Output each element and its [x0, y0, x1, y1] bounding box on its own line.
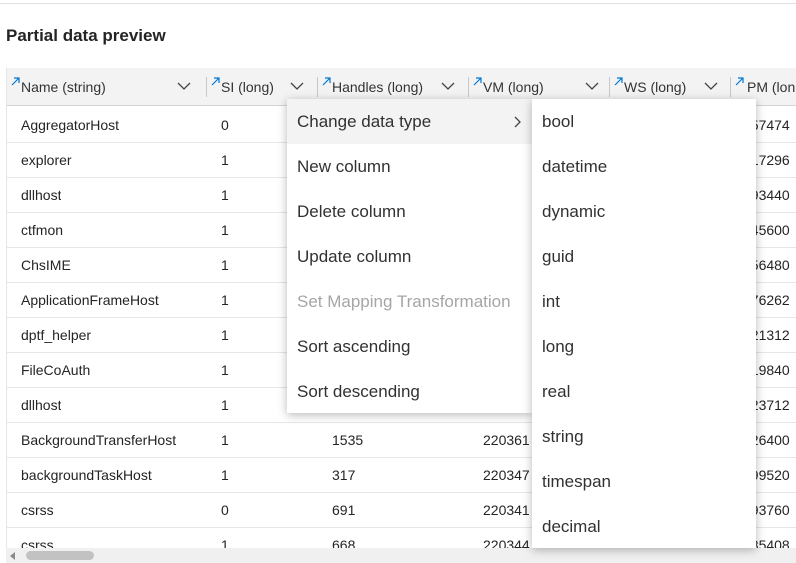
cell-si: 1 [221, 397, 229, 413]
cell-si: 1 [221, 292, 229, 308]
data-type-label: long [542, 337, 575, 356]
column-type-marker-icon [614, 77, 623, 86]
cell-si: 1 [221, 257, 229, 273]
menu-item-label: Sort descending [297, 382, 420, 401]
column-header-label: PM (lon [747, 79, 796, 95]
menu-item-label: Set Mapping Transformation [297, 292, 511, 311]
menu-item-label: Change data type [297, 112, 432, 131]
chevron-down-icon[interactable] [177, 81, 191, 91]
data-type-label: decimal [542, 517, 601, 536]
cell-name: explorer [21, 152, 72, 168]
data-type-label: bool [542, 112, 575, 131]
cell-handles: 691 [332, 502, 356, 518]
horizontal-scrollbar[interactable] [6, 548, 796, 563]
data-type-label: real [542, 382, 571, 401]
data-type-label: string [542, 427, 584, 446]
data-type-real[interactable]: real [532, 369, 756, 414]
top-divider [0, 0, 796, 4]
column-header-label: VM (long) [483, 79, 544, 95]
menu-item-set-mapping-transformation: Set Mapping Transformation [287, 279, 532, 324]
cell-name: FileCoAuth [21, 362, 91, 378]
chevron-down-icon[interactable] [704, 81, 718, 91]
data-type-guid[interactable]: guid [532, 234, 756, 279]
column-type-marker-icon [735, 77, 744, 86]
menu-item-sort-ascending[interactable]: Sort ascending [287, 324, 532, 369]
cell-name: ChsIME [21, 257, 71, 273]
column-context-menu: Change data type New column Delete colum… [287, 99, 532, 413]
cell-name: dptf_helper [21, 327, 92, 343]
column-header-label: WS (long) [624, 79, 687, 95]
data-type-datetime[interactable]: datetime [532, 144, 756, 189]
chevron-right-icon [514, 116, 521, 128]
cell-name: BackgroundTransferHost [21, 432, 177, 448]
column-type-marker-icon [211, 77, 220, 86]
menu-item-change-data-type[interactable]: Change data type [287, 99, 532, 144]
cell-si: 0 [221, 502, 229, 518]
data-type-label: timespan [542, 472, 611, 491]
column-header-name[interactable]: Name (string) [7, 68, 206, 106]
menu-item-delete-column[interactable]: Delete column [287, 189, 532, 234]
menu-item-label: Update column [297, 247, 412, 266]
scrollbar-thumb[interactable] [26, 551, 94, 560]
cell-name: dllhost [21, 397, 62, 413]
cell-si: 1 [221, 327, 229, 343]
cell-name: ctfmon [21, 222, 64, 238]
cell-vm: 220347 [483, 467, 530, 483]
cell-si: 1 [221, 222, 229, 238]
column-type-marker-icon [11, 77, 20, 86]
chevron-down-icon[interactable] [441, 81, 455, 91]
cell-si: 1 [221, 362, 229, 378]
cell-vm: 220341 [483, 502, 530, 518]
cell-name: csrss [21, 502, 54, 518]
data-type-label: guid [542, 247, 575, 266]
section-title: Partial data preview [6, 26, 166, 45]
cell-handles: 1535 [332, 432, 364, 448]
data-type-dynamic[interactable]: dynamic [532, 189, 756, 234]
cell-handles: 317 [332, 467, 356, 483]
data-type-timespan[interactable]: timespan [532, 459, 756, 504]
data-type-long[interactable]: long [532, 324, 756, 369]
cell-si: 1 [221, 467, 229, 483]
column-type-marker-icon [473, 77, 482, 86]
data-type-label: dynamic [542, 202, 606, 221]
data-type-string[interactable]: string [532, 414, 756, 459]
cell-si: 1 [221, 152, 229, 168]
column-type-marker-icon [322, 77, 331, 86]
data-type-decimal[interactable]: decimal [532, 504, 756, 549]
cell-si: 1 [221, 187, 229, 203]
scroll-left-icon[interactable] [10, 552, 15, 560]
data-type-label: datetime [542, 157, 608, 176]
cell-name: dllhost [21, 187, 62, 203]
menu-item-label: Sort ascending [297, 337, 411, 356]
cell-name: backgroundTaskHost [21, 467, 152, 483]
menu-item-new-column[interactable]: New column [287, 144, 532, 189]
chevron-down-icon[interactable] [585, 81, 599, 91]
cell-si: 1 [221, 432, 229, 448]
column-header-label: Handles (long) [332, 79, 424, 95]
cell-vm: 220361 [483, 432, 530, 448]
cell-si: 0 [221, 117, 229, 133]
data-type-label: int [542, 292, 560, 311]
chevron-down-icon[interactable] [290, 81, 304, 91]
menu-item-label: New column [297, 157, 391, 176]
column-header-label: SI (long) [221, 79, 274, 95]
cell-name: AggregatorHost [21, 117, 120, 133]
menu-item-sort-descending[interactable]: Sort descending [287, 369, 532, 414]
data-type-int[interactable]: int [532, 279, 756, 324]
column-header-label: Name (string) [21, 79, 106, 95]
data-type-bool[interactable]: bool [532, 99, 756, 144]
data-type-submenu: bool datetime dynamic guid int long real… [532, 99, 756, 548]
menu-item-label: Delete column [297, 202, 406, 221]
cell-name: ApplicationFrameHost [21, 292, 159, 308]
menu-item-update-column[interactable]: Update column [287, 234, 532, 279]
